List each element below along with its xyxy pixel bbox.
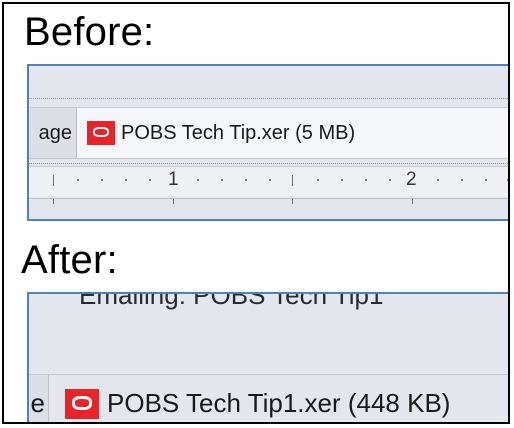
ruler-tick [341,179,343,181]
oracle-primavera-icon [65,388,99,419]
ruler-baseline-mark [292,199,293,204]
dotted-divider [29,163,508,164]
ruler-tick [485,179,487,181]
ruler-tick [125,179,127,181]
ruler-tick [461,179,463,181]
attachment-tab-strip: age POBS Tech Tip.xer (5 MB) [29,107,508,159]
ruler-baseline-mark [173,199,174,204]
before-attachment-panel: age POBS Tech Tip.xer (5 MB) 1 2 [27,64,508,221]
ruler: 1 2 [29,166,508,197]
oracle-primavera-icon [87,121,115,145]
comparison-frame: Before: age POBS Tech Tip.xer (5 MB) 1 2… [2,2,510,424]
before-heading: Before: [24,10,155,54]
ruler-mark [292,175,293,186]
ruler-tick [245,179,247,181]
ruler-tick [507,179,508,181]
ruler-tick [389,179,391,181]
ruler-tick [317,179,319,181]
attachment-label: POBS Tech Tip1.xer (448 KB) [107,388,451,418]
ruler-number: 1 [168,169,179,190]
previous-tab-label: e [30,388,45,418]
attachment-label: POBS Tech Tip.xer (5 MB) [121,121,356,144]
ruler-tick [269,179,271,181]
ruler-tick [77,179,79,181]
attachment-tab-strip: e POBS Tech Tip1.xer (448 KB) [29,374,508,422]
ruler-tick [365,179,367,181]
previous-tab-label: age [38,121,72,144]
ruler-tick [149,179,151,181]
after-heading: After: [21,238,118,282]
ruler-number: 2 [406,169,417,190]
previous-tab[interactable]: age [29,108,77,158]
dotted-divider [29,98,508,99]
attachment-tab[interactable]: POBS Tech Tip.xer (5 MB) [87,108,355,158]
ruler-mark [53,175,54,186]
ruler-tick [437,179,439,181]
email-subject-clipped: Emailing: POBS Tech Tip1 [79,292,384,310]
ruler-baseline-mark [53,199,54,204]
previous-tab[interactable]: e [29,375,49,422]
ruler-tick [197,179,199,181]
attachment-tab[interactable]: POBS Tech Tip1.xer (448 KB) [65,375,451,422]
ruler-tick [101,179,103,181]
after-attachment-panel: Emailing: POBS Tech Tip1 e POBS Tech Tip… [27,292,508,422]
ruler-baseline-mark [412,199,413,204]
ruler-baseline [29,198,508,205]
ruler-tick [221,179,223,181]
